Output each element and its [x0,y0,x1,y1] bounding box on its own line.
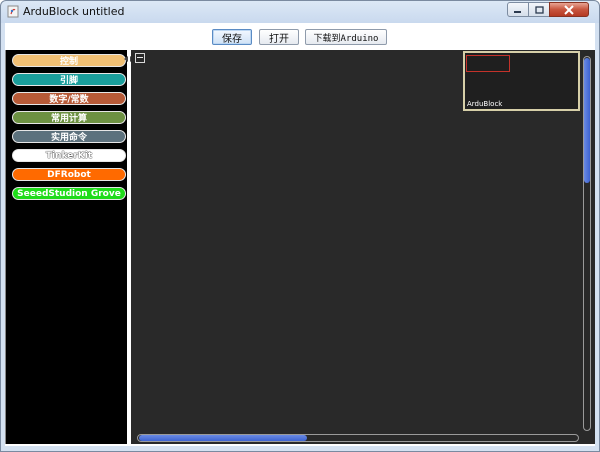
palette-item-seeedstudio-grove[interactable]: SeeedStudion Grove [12,187,126,200]
upload-to-arduino-button[interactable]: 下载到Arduino [305,29,387,45]
app-icon [7,5,19,18]
save-button[interactable]: 保存 [212,29,252,45]
horizontal-scrollbar[interactable] [137,434,579,442]
open-button[interactable]: 打开 [259,29,299,45]
palette-item-utilities[interactable]: 实用命令 [12,130,126,143]
window-title: ArduBlock untitled [23,5,125,18]
title-bar[interactable]: ArduBlock untitled [1,1,599,23]
minimap-label: ArduBlock [467,100,503,108]
minimize-workspace-icon[interactable] [135,53,145,63]
minimap[interactable]: ArduBlock [463,51,580,111]
palette-item-numbers-constants[interactable]: 数字/常数 [12,92,126,105]
minimize-icon[interactable] [507,2,529,17]
toolbar: 保存 打开 下载到Arduino [5,23,595,49]
horizontal-scroll-thumb[interactable] [139,435,307,441]
maximize-icon[interactable] [528,2,550,17]
palette-item-tinkerkit[interactable]: TinkerKit [12,149,126,162]
vertical-scroll-thumb[interactable] [584,58,590,183]
window-controls [507,2,589,18]
app-window: ArduBlock untitled 保存 打开 下载到Arduino 控制 引… [0,0,600,452]
vertical-scrollbar[interactable] [583,56,591,431]
close-icon[interactable] [549,2,589,17]
palette-item-operators[interactable]: 常用计算 [12,111,126,124]
collapse-left-icon[interactable] [124,56,128,62]
palette-item-control[interactable]: 控制 [12,54,126,67]
client-area: 保存 打开 下载到Arduino 控制 引脚 数字/常数 常用计算 实用命令 T… [5,23,595,446]
minimap-viewport[interactable] [466,55,510,72]
palette-item-pins[interactable]: 引脚 [12,73,126,86]
block-palette: 控制 引脚 数字/常数 常用计算 实用命令 TinkerKit DFRobot … [5,50,128,444]
palette-item-dfrobot[interactable]: DFRobot [12,168,126,181]
block-workspace[interactable]: ArduBlock [131,50,595,444]
